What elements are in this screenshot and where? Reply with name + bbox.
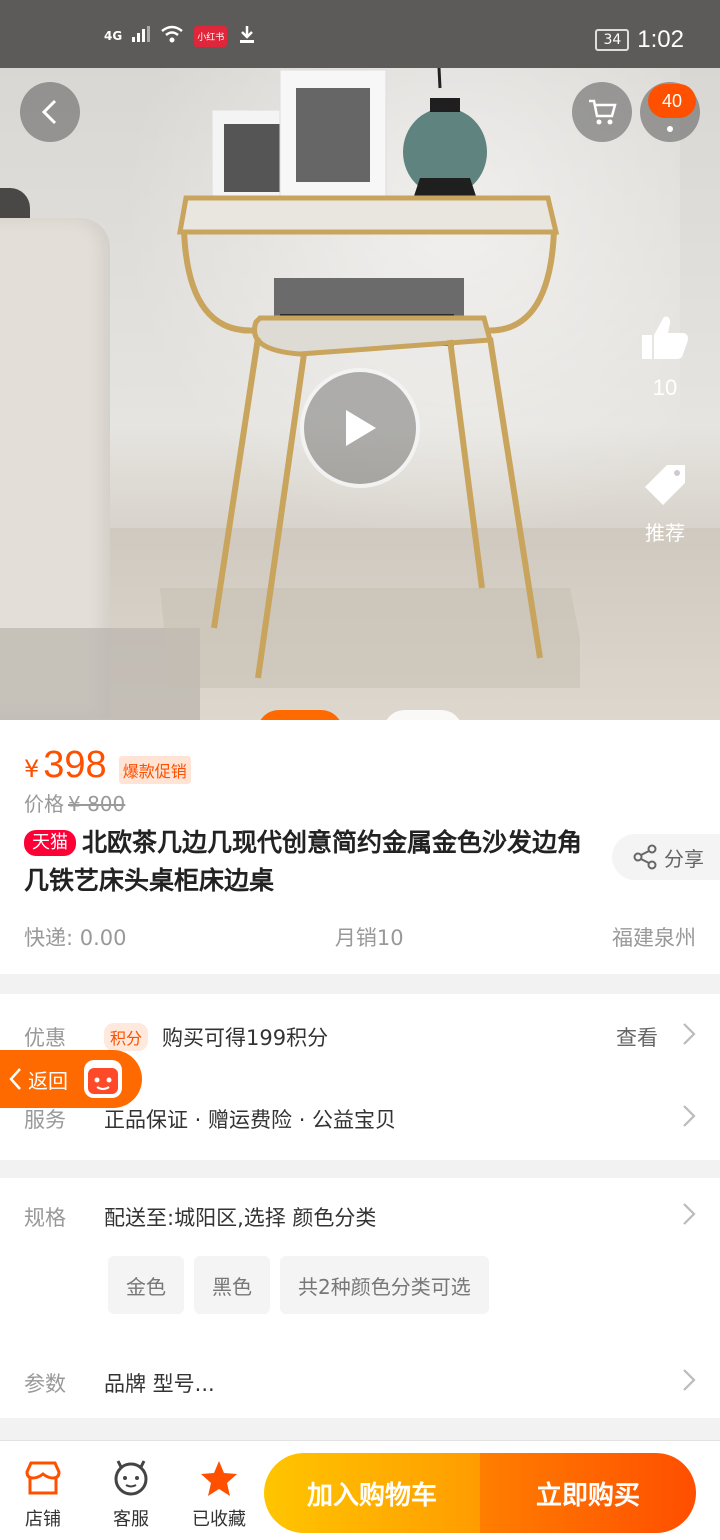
- favorite-button[interactable]: 已收藏: [184, 1457, 254, 1531]
- play-icon: [346, 410, 376, 446]
- customer-service-icon: [114, 1460, 148, 1496]
- monthly-sales: 月销10: [334, 926, 404, 950]
- tab-image[interactable]: 图片: [383, 710, 463, 720]
- option-chip-summary[interactable]: 共2种颜色分类可选: [280, 1256, 489, 1314]
- like-count: 10: [652, 375, 678, 400]
- chevron-left-icon: [41, 99, 57, 125]
- chevron-right-icon: [682, 1202, 696, 1232]
- service-row[interactable]: 服务 正品保证 · 赠运费险 · 公益宝贝: [24, 1104, 704, 1134]
- service-text: 正品保证 · 赠运费险 · 公益宝贝: [104, 1108, 397, 1132]
- option-chip-black[interactable]: 黑色: [194, 1256, 270, 1314]
- share-button[interactable]: 分享: [612, 834, 720, 880]
- customer-service-button[interactable]: 客服: [96, 1457, 166, 1531]
- more-icon: [667, 126, 673, 132]
- star-icon: [201, 1461, 237, 1496]
- spec-text: 配送至:城阳区,选择 颜色分类: [104, 1206, 377, 1230]
- signal-icon: [132, 26, 151, 46]
- product-info-card: ¥ 398 爆款促销 价格 ¥ 800 天猫 北欧茶几边几现代创意简约金属金色沙发边…: [0, 720, 720, 974]
- play-video-button[interactable]: [300, 368, 420, 488]
- points-tag: 积分: [104, 1023, 149, 1051]
- spec-label: 规格: [24, 1206, 66, 1230]
- clock: 1:02: [637, 26, 684, 53]
- chevron-right-icon: [682, 1368, 696, 1398]
- promo-tag: 爆款促销: [118, 756, 191, 784]
- params-text: 品牌 型号...: [104, 1372, 215, 1396]
- app-notification-icon: 小红书: [194, 25, 228, 47]
- notification-badge: 40: [648, 84, 696, 118]
- specs-card: 规格 配送至:城阳区,选择 颜色分类 金色 黑色 共2种颜色分类可选 参数 品牌…: [0, 1178, 720, 1418]
- service-label: 服务: [24, 1108, 66, 1132]
- mascot-icon: [84, 1060, 122, 1098]
- bottom-action-bar: 店铺 客服 已收藏 加入购物车 立即购买: [0, 1440, 720, 1540]
- shipping-fee: 快递: 0.00: [24, 926, 127, 950]
- discount-row[interactable]: 优惠 积分 购买可得199积分 查看: [24, 1022, 704, 1052]
- view-link[interactable]: 查看: [616, 1022, 658, 1052]
- price-row: ¥ 398 爆款促销: [24, 744, 191, 787]
- download-icon: [237, 24, 257, 48]
- wifi-icon: [160, 25, 184, 47]
- shipping-meta: 快递: 0.00 月销10 福建泉州: [24, 922, 696, 952]
- like-button[interactable]: 10: [630, 313, 700, 401]
- recommend-label: 推荐: [645, 521, 685, 545]
- params-label: 参数: [24, 1372, 66, 1396]
- shop-button[interactable]: 店铺: [8, 1457, 78, 1531]
- buy-now-button[interactable]: 立即购买: [480, 1453, 696, 1533]
- media-tabs: ▶ 视频 图片: [257, 710, 463, 720]
- tmall-badge: 天猫: [24, 830, 76, 856]
- product-detail-page: 4G 小红书 34 1:02 10 推荐 40 ¥ 398 爆款促销 价格 ¥ …: [0, 0, 720, 1540]
- battery-indicator: 34: [595, 29, 630, 51]
- return-floating-button[interactable]: 返回: [0, 1050, 142, 1108]
- network-indicator: 4G: [104, 29, 123, 43]
- share-icon: [633, 844, 657, 870]
- points-text: 购买可得199积分: [162, 1026, 329, 1050]
- recommend-button[interactable]: 推荐: [630, 463, 700, 546]
- original-price: ¥ 800: [68, 792, 126, 816]
- chevron-right-icon: [682, 1022, 696, 1052]
- original-price-row: 价格 ¥ 800: [24, 788, 125, 817]
- original-price-label: 价格: [24, 792, 64, 816]
- params-row[interactable]: 参数 品牌 型号...: [24, 1368, 704, 1398]
- currency-symbol: ¥: [24, 755, 40, 783]
- product-image[interactable]: 10 推荐 ▶ 视频 图片: [0, 68, 720, 720]
- chevron-right-icon: [682, 1104, 696, 1134]
- chevron-left-icon: [9, 1068, 21, 1090]
- back-button[interactable]: [20, 82, 80, 142]
- shop-icon: [25, 1461, 61, 1495]
- discount-label: 优惠: [24, 1026, 66, 1050]
- cart-button[interactable]: [572, 82, 632, 142]
- spec-row[interactable]: 规格 配送至:城阳区,选择 颜色分类: [24, 1202, 704, 1232]
- color-options: 金色 黑色 共2种颜色分类可选: [108, 1256, 489, 1314]
- tag-icon: [645, 465, 685, 505]
- price: 398: [43, 744, 107, 786]
- tab-video[interactable]: ▶ 视频: [257, 710, 343, 720]
- ship-from-location: 福建泉州: [612, 926, 696, 950]
- add-to-cart-button[interactable]: 加入购物车: [264, 1453, 480, 1533]
- status-bar: 4G 小红书 34 1:02: [0, 0, 720, 68]
- cart-icon: [589, 99, 617, 125]
- thumbs-up-icon: [642, 316, 688, 359]
- option-chip-gold[interactable]: 金色: [108, 1256, 184, 1314]
- product-title: 天猫 北欧茶几边几现代创意简约金属金色沙发边角几铁艺床头桌柜床边桌: [24, 828, 583, 895]
